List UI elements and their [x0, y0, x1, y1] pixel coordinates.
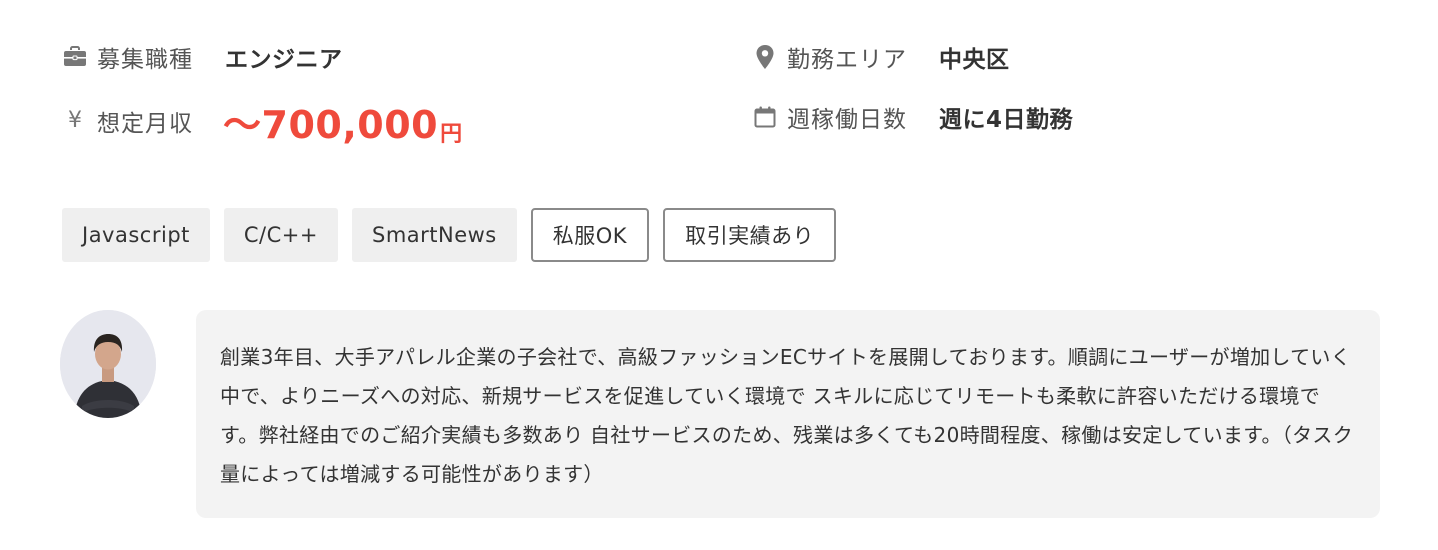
position-value: エンジニア — [225, 47, 343, 73]
info-salary: ¥ 想定月収 〜700,000 円 — [62, 94, 462, 149]
tag-javascript[interactable]: Javascript — [62, 208, 210, 262]
info-position: 募集職種 エンジニア — [62, 38, 343, 76]
workdays-label: 週稼働日数 — [787, 107, 907, 133]
tag-casual-dress-ok[interactable]: 私服OK — [530, 208, 650, 262]
tag-smartnews[interactable]: SmartNews — [351, 208, 517, 262]
salary-unit: 円 — [440, 121, 463, 147]
position-label: 募集職種 — [97, 47, 193, 73]
yen-icon: ¥ — [68, 108, 82, 133]
workdays-value: 週に4日勤務 — [939, 107, 1074, 133]
info-location: 勤務エリア 中央区 — [752, 38, 1010, 76]
salary-amount: 〜700,000 — [223, 102, 439, 147]
salary-label: 想定月収 — [97, 111, 193, 137]
info-workdays: 週稼働日数 週に4日勤務 — [752, 98, 1073, 136]
location-label: 勤務エリア — [787, 47, 907, 73]
briefcase-icon — [62, 44, 88, 70]
location-value: 中央区 — [939, 47, 1010, 73]
location-pin-icon — [752, 44, 778, 70]
person-photo — [60, 310, 156, 418]
comment-box: 創業3年目、大手アパレル企業の子会社で、高級ファッションECサイトを展開しており… — [196, 310, 1380, 518]
calendar-icon — [752, 104, 778, 130]
avatar — [60, 310, 156, 418]
comment-text: 創業3年目、大手アパレル企業の子会社で、高級ファッションECサイトを展開しており… — [220, 345, 1354, 486]
tag-transaction-record[interactable]: 取引実績あり — [663, 208, 837, 262]
salary-value: 〜700,000 円 — [223, 94, 462, 149]
tag-c-cpp[interactable]: C/C++ — [223, 208, 338, 262]
tag-list: Javascript C/C++ SmartNews 私服OK 取引実績あり — [62, 208, 837, 262]
